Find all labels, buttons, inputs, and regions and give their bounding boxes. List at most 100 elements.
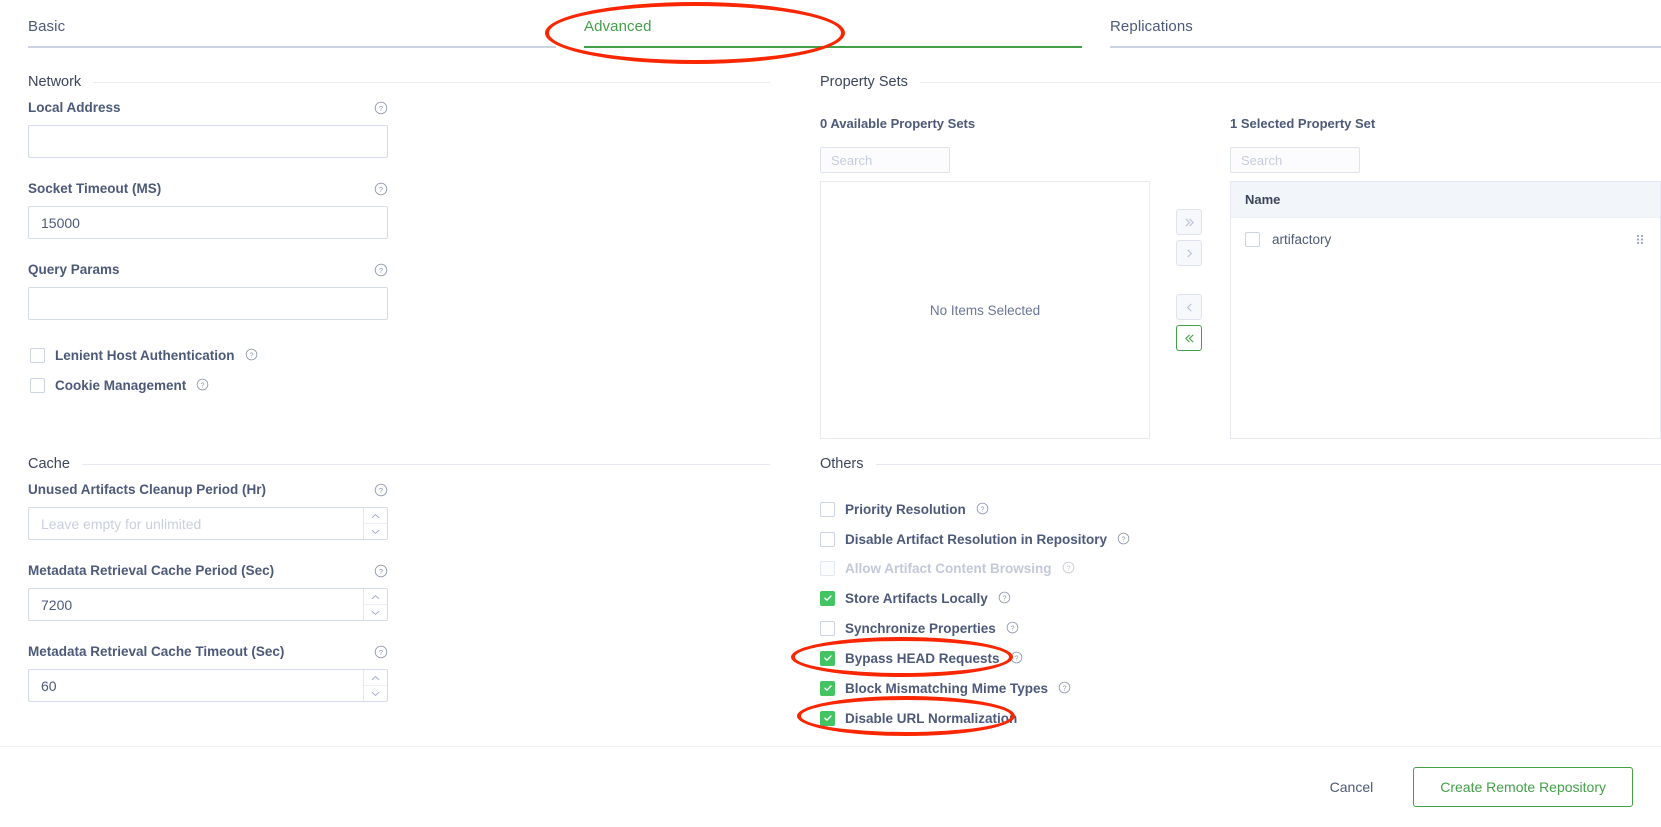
checkbox-label: Bypass HEAD Requests	[845, 651, 1000, 666]
field-unused-artifacts-label: Unused Artifacts Cleanup Period (Hr)	[28, 482, 266, 497]
svg-text:?: ?	[249, 352, 253, 359]
stepper-down-icon[interactable]	[364, 686, 387, 701]
field-metadata-timeout-label: Metadata Retrieval Cache Timeout (Sec)	[28, 644, 284, 659]
field-socket-timeout-labelrow: Socket Timeout (MS) ?	[28, 181, 388, 196]
checkbox-bypass-head-requests[interactable]: Bypass HEAD Requests ?	[820, 647, 1024, 669]
checkbox-label: Store Artifacts Locally	[845, 591, 988, 606]
stepper-up-icon[interactable]	[364, 589, 387, 605]
field-metadata-period-labelrow: Metadata Retrieval Cache Period (Sec) ?	[28, 563, 388, 578]
section-cache-rule	[82, 464, 770, 465]
help-icon[interactable]: ?	[374, 101, 388, 115]
metadata-retrieval-cache-timeout-stepper[interactable]: 60	[28, 669, 388, 702]
checkbox-disable-artifact-resolution-in-repository[interactable]: Disable Artifact Resolution in Repositor…	[820, 528, 1131, 550]
checkbox-block-mismatching-mime-types[interactable]: Block Mismatching Mime Types ?	[820, 677, 1072, 699]
field-local-address-labelrow: Local Address ?	[28, 100, 388, 115]
svg-text:?: ?	[1002, 595, 1006, 602]
checkbox-box[interactable]	[30, 378, 45, 393]
footer-action-bar: Cancel Create Remote Repository	[0, 746, 1661, 827]
checkbox-box[interactable]	[820, 502, 835, 517]
create-remote-repository-button[interactable]: Create Remote Repository	[1413, 767, 1633, 807]
checkbox-box[interactable]	[820, 532, 835, 547]
stepper-down-icon[interactable]	[364, 524, 387, 539]
help-icon[interactable]: ?	[374, 483, 388, 497]
available-property-sets-search-input[interactable]: Search	[820, 147, 950, 173]
section-property-sets-rule	[920, 82, 1661, 83]
help-icon[interactable]: ?	[998, 591, 1012, 605]
check-icon	[823, 593, 833, 603]
cancel-button[interactable]: Cancel	[1314, 771, 1390, 803]
checkbox-box[interactable]	[30, 348, 45, 363]
help-icon[interactable]: ?	[976, 502, 990, 516]
help-icon[interactable]: ?	[374, 645, 388, 659]
svg-text:?: ?	[379, 485, 383, 494]
unused-artifacts-cleanup-period-input[interactable]: Leave empty for unlimited	[29, 508, 363, 539]
stepper-controls[interactable]	[363, 589, 387, 620]
checkbox-box[interactable]	[820, 681, 835, 696]
advanced-settings-page: Basic Advanced Replications Network Loca…	[0, 0, 1661, 827]
table-row[interactable]: artifactory	[1231, 218, 1660, 260]
svg-text:?: ?	[1014, 655, 1018, 662]
transfer-all-right-button[interactable]	[1176, 209, 1202, 235]
tab-advanced[interactable]: Advanced	[556, 0, 1082, 52]
checkbox-label: Lenient Host Authentication	[55, 348, 235, 363]
selected-property-sets-search-input[interactable]: Search	[1230, 147, 1360, 173]
checkbox-box	[820, 561, 835, 576]
transfer-all-left-button[interactable]	[1176, 325, 1202, 351]
tab-replications-underline	[1110, 46, 1661, 48]
checkbox-synchronize-properties[interactable]: Synchronize Properties ?	[820, 617, 1020, 639]
row-checkbox[interactable]	[1245, 232, 1260, 247]
stepper-down-icon[interactable]	[364, 605, 387, 620]
checkbox-cookie-management[interactable]: Cookie Management ?	[30, 374, 210, 396]
help-icon[interactable]: ?	[1010, 651, 1024, 665]
help-icon[interactable]: ?	[196, 378, 210, 392]
field-socket-timeout: Socket Timeout (MS) ? 15000	[28, 181, 388, 239]
stepper-controls[interactable]	[363, 508, 387, 539]
metadata-retrieval-cache-timeout-input[interactable]: 60	[29, 670, 363, 701]
checkbox-lenient-host-authentication[interactable]: Lenient Host Authentication ?	[30, 344, 259, 366]
transfer-left-button[interactable]	[1176, 294, 1202, 320]
section-network-rule	[93, 82, 770, 83]
available-property-sets-list[interactable]: No Items Selected	[820, 181, 1150, 439]
svg-text:?: ?	[1063, 685, 1067, 692]
help-icon[interactable]: ?	[1006, 621, 1020, 635]
help-icon[interactable]: ?	[374, 182, 388, 196]
transfer-right-button[interactable]	[1176, 240, 1202, 266]
available-property-sets-count: 0 Available Property Sets	[820, 116, 975, 131]
local-address-input[interactable]	[28, 125, 388, 158]
chevron-right-icon	[1184, 248, 1195, 259]
check-icon	[823, 713, 833, 723]
socket-timeout-input[interactable]: 15000	[28, 206, 388, 239]
metadata-retrieval-cache-period-input[interactable]: 7200	[29, 589, 363, 620]
checkbox-box[interactable]	[820, 711, 835, 726]
help-icon[interactable]: ?	[1058, 681, 1072, 695]
checkbox-priority-resolution[interactable]: Priority Resolution ?	[820, 498, 990, 520]
metadata-retrieval-cache-period-stepper[interactable]: 7200	[28, 588, 388, 621]
checkbox-box[interactable]	[820, 591, 835, 606]
tab-advanced-label: Advanced	[556, 18, 652, 35]
tab-basic[interactable]: Basic	[0, 0, 556, 52]
svg-text:?: ?	[379, 184, 383, 193]
checkbox-box[interactable]	[820, 651, 835, 666]
checkbox-box[interactable]	[820, 621, 835, 636]
field-metadata-period-label: Metadata Retrieval Cache Period (Sec)	[28, 563, 274, 578]
checkbox-disable-url-normalization[interactable]: Disable URL Normalization	[820, 707, 1017, 729]
help-icon[interactable]: ?	[374, 564, 388, 578]
query-params-input[interactable]	[28, 287, 388, 320]
left-column: Network Local Address ? Socket Timeout (…	[0, 52, 800, 727]
help-icon[interactable]: ?	[245, 348, 259, 362]
tab-replications[interactable]: Replications	[1082, 0, 1661, 52]
field-query-params-label: Query Params	[28, 262, 120, 277]
stepper-up-icon[interactable]	[364, 508, 387, 524]
svg-text:?: ?	[379, 103, 383, 112]
checkbox-store-artifacts-locally[interactable]: Store Artifacts Locally ?	[820, 587, 1012, 609]
field-metadata-retrieval-cache-period: Metadata Retrieval Cache Period (Sec) ? …	[28, 563, 388, 621]
help-icon[interactable]: ?	[374, 263, 388, 277]
help-icon[interactable]: ?	[1117, 532, 1131, 546]
table-column-header-name: Name	[1231, 182, 1660, 218]
stepper-up-icon[interactable]	[364, 670, 387, 686]
drag-handle-icon[interactable]	[1634, 233, 1646, 245]
section-others-rule	[876, 464, 1661, 465]
checkbox-label: Block Mismatching Mime Types	[845, 681, 1048, 696]
unused-artifacts-cleanup-period-stepper[interactable]: Leave empty for unlimited	[28, 507, 388, 540]
stepper-controls[interactable]	[363, 670, 387, 701]
